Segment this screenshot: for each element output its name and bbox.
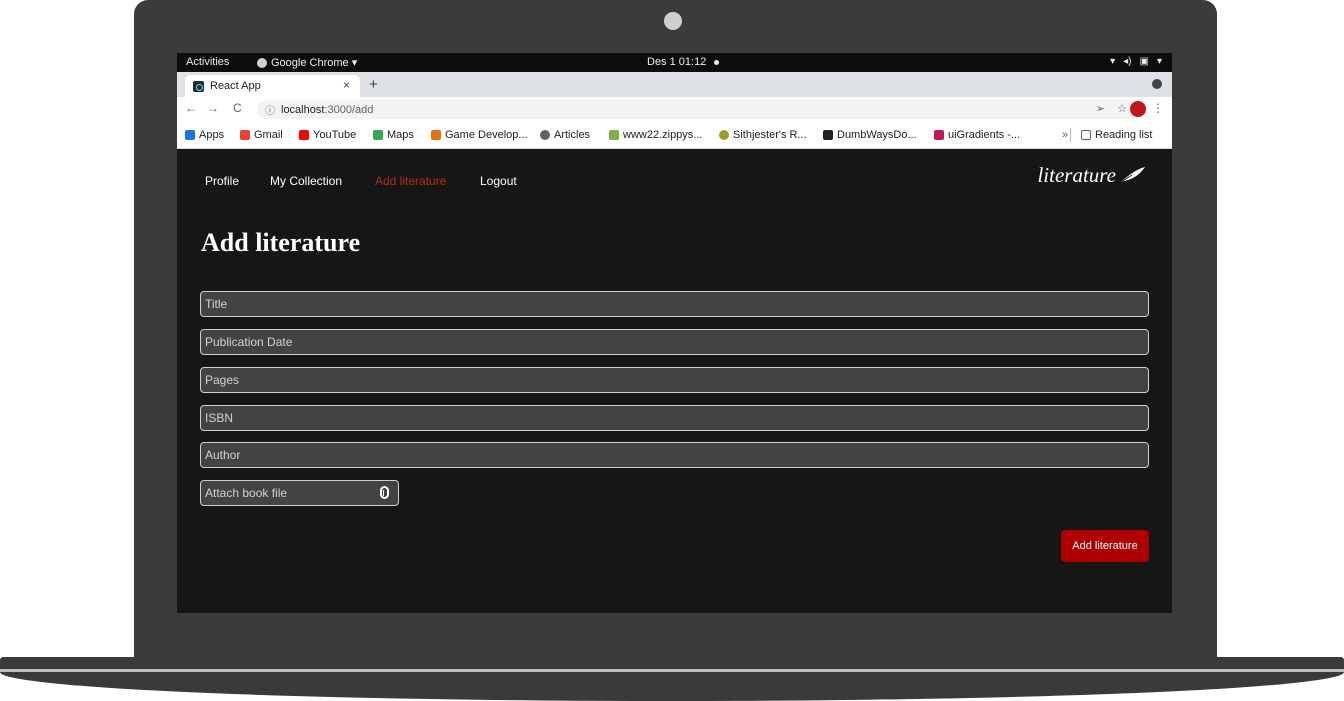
back-button[interactable]: ← xyxy=(185,101,197,115)
bookmark-sithjester[interactable]: Sithjester's R... xyxy=(719,129,807,141)
quill-icon xyxy=(1117,166,1145,184)
tab-strip: React App × + xyxy=(177,72,1172,97)
globe-icon xyxy=(540,130,550,140)
paperclip-icon xyxy=(380,486,389,499)
nav-my-collection[interactable]: My Collection xyxy=(270,174,342,188)
bookmarks-divider xyxy=(1070,128,1071,142)
reload-button[interactable]: C xyxy=(233,101,242,115)
url-path: :3000/add xyxy=(324,103,374,116)
reading-list-label: Reading list xyxy=(1095,129,1153,141)
nav-add-literature[interactable]: Add literature xyxy=(375,174,446,188)
menu-icon[interactable]: ⋮ xyxy=(1152,101,1164,115)
zippyshare-icon xyxy=(609,130,619,140)
volume-icon: ◂) xyxy=(1123,56,1132,67)
youtube-icon xyxy=(299,130,309,140)
app-menu[interactable]: Google Chrome ▾ xyxy=(257,56,357,69)
pages-placeholder: Pages xyxy=(205,373,240,387)
author-input[interactable]: Author xyxy=(200,442,1149,468)
url-host: localhost xyxy=(281,103,325,116)
gmail-icon xyxy=(240,130,250,140)
app-page: Profile My Collection Add literature Log… xyxy=(177,149,1172,613)
attach-label: Attach book file xyxy=(205,486,288,500)
more-bookmarks-button[interactable]: » xyxy=(1062,129,1068,141)
star-icon[interactable]: ☆ xyxy=(1117,102,1127,115)
webcam xyxy=(664,12,682,30)
game-dev-icon xyxy=(431,130,441,140)
add-literature-button[interactable]: Add literature xyxy=(1061,530,1149,562)
nav-logout[interactable]: Logout xyxy=(480,174,517,188)
close-icon[interactable]: × xyxy=(343,78,350,92)
bookmark-label: Maps xyxy=(387,129,414,141)
bookmark-label: Sithjester's R... xyxy=(733,129,807,141)
bookmarks-bar: Apps Gmail YouTube Maps Game Develop... … xyxy=(177,122,1172,149)
tab-search-icon[interactable] xyxy=(1152,79,1162,89)
browser-tab[interactable]: React App × xyxy=(185,75,360,97)
address-bar[interactable]: ⓘ localhost :3000/add ➢ ☆ xyxy=(257,100,1137,119)
battery-icon: ▣ xyxy=(1139,56,1149,67)
pages-input[interactable]: Pages xyxy=(200,367,1149,393)
isbn-placeholder: ISBN xyxy=(205,411,234,425)
publication-date-placeholder: Publication Date xyxy=(205,335,293,349)
bookmark-label: YouTube xyxy=(313,129,357,141)
system-tray[interactable]: ▾ ◂) ▣ ▾ xyxy=(1110,56,1162,67)
brand-text: literature xyxy=(1037,163,1116,187)
laptop-base-bottom xyxy=(0,672,1344,701)
bookmark-label: Articles xyxy=(554,129,591,141)
notification-dot xyxy=(714,59,720,65)
app-menu-label: Google Chrome ▾ xyxy=(271,57,358,69)
isbn-input[interactable]: ISBN xyxy=(200,405,1149,431)
share-icon[interactable]: ➢ xyxy=(1096,102,1105,115)
profile-avatar[interactable] xyxy=(1130,101,1146,117)
screen: Activities Google Chrome ▾ Des 1 01:12 ▾… xyxy=(177,53,1172,613)
sithjester-icon xyxy=(719,130,729,140)
activities-button[interactable]: Activities xyxy=(186,56,229,68)
dumbways-icon xyxy=(823,130,833,140)
chevron-down-icon: ▾ xyxy=(1156,56,1162,67)
chrome-icon xyxy=(257,57,267,68)
bookmark-game-dev[interactable]: Game Develop... xyxy=(431,129,528,141)
brand-logo[interactable]: literature xyxy=(1037,163,1146,188)
info-icon[interactable]: ⓘ xyxy=(265,102,275,117)
publication-date-input[interactable]: Publication Date xyxy=(200,329,1149,355)
bookmark-uigradients[interactable]: uiGradients -... xyxy=(934,129,1020,141)
bookmark-label: Apps xyxy=(199,129,225,141)
new-tab-button[interactable]: + xyxy=(369,76,378,93)
bookmark-label: uiGradients -... xyxy=(948,129,1021,141)
wifi-icon: ▾ xyxy=(1110,56,1116,67)
reading-list-icon xyxy=(1081,130,1091,140)
bookmark-maps[interactable]: Maps xyxy=(373,129,414,141)
os-top-bar: Activities Google Chrome ▾ Des 1 01:12 ▾… xyxy=(177,53,1172,72)
bookmark-gmail[interactable]: Gmail xyxy=(240,129,283,141)
bookmark-youtube[interactable]: YouTube xyxy=(299,129,356,141)
clock[interactable]: Des 1 01:12 xyxy=(647,56,720,68)
bookmark-label: Gmail xyxy=(254,129,283,141)
page-title: Add literature xyxy=(201,228,361,257)
react-favicon-icon xyxy=(193,80,204,92)
uigradients-icon xyxy=(934,130,944,140)
browser-toolbar: ← → C ⓘ localhost :3000/add ➢ ☆ ⋮ xyxy=(177,97,1172,122)
bookmark-label: www22.zippys... xyxy=(623,129,703,141)
bookmark-apps[interactable]: Apps xyxy=(185,129,224,141)
bookmark-zippyshare[interactable]: www22.zippys... xyxy=(609,129,702,141)
bookmark-articles[interactable]: Articles xyxy=(540,129,590,141)
bookmark-label: Game Develop... xyxy=(445,129,528,141)
forward-button[interactable]: → xyxy=(207,101,219,115)
apps-grid-icon xyxy=(185,130,195,140)
nav-profile[interactable]: Profile xyxy=(205,174,239,188)
tab-title: React App xyxy=(210,80,261,92)
bookmark-dumbways[interactable]: DumbWaysDo... xyxy=(823,129,917,141)
maps-icon xyxy=(373,130,383,140)
author-placeholder: Author xyxy=(205,448,241,462)
clock-label: Des 1 01:12 xyxy=(647,56,707,68)
title-input[interactable]: Title xyxy=(200,291,1149,317)
title-placeholder: Title xyxy=(205,297,228,311)
bookmark-label: DumbWaysDo... xyxy=(837,129,917,141)
reading-list-button[interactable]: Reading list xyxy=(1081,129,1152,141)
attach-book-file-button[interactable]: Attach book file xyxy=(200,480,399,506)
